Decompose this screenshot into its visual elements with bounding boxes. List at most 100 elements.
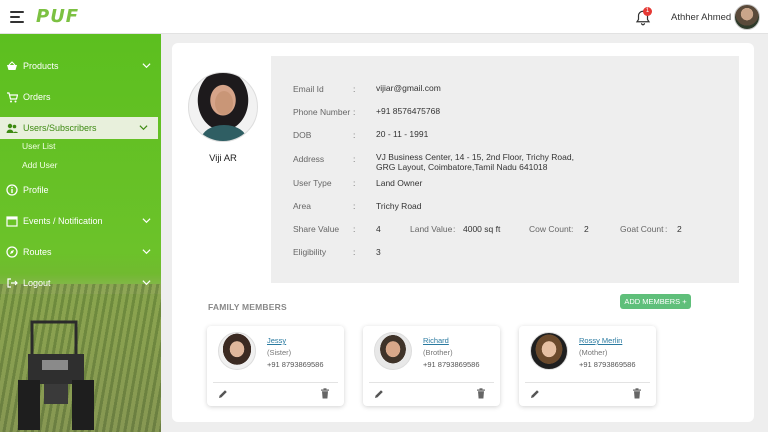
sidebar-item-label: Products: [23, 61, 59, 71]
family-members-heading: FAMILY MEMBERS: [208, 302, 287, 312]
profile-name: Viji AR: [209, 153, 237, 164]
member-photo: [530, 332, 568, 370]
family-member-card: Rossy Merlin (Mother) +91 8793869586: [519, 326, 656, 406]
land-value-label: Land Value: [410, 224, 453, 234]
sidebar-item-products[interactable]: Products: [0, 55, 161, 77]
member-phone: +91 8793869586: [579, 360, 636, 369]
compass-icon: [6, 246, 18, 258]
family-member-card: Richard (Brother) +91 8793869586: [363, 326, 500, 406]
hamburger-menu-icon[interactable]: [10, 11, 24, 23]
cow-count-label: Cow Count: [529, 224, 572, 234]
users-icon: [6, 123, 18, 133]
profile-photo-shoulders: [201, 125, 247, 141]
sidebar-item-label: Logout: [23, 278, 51, 288]
sidebar-subitem-user-list[interactable]: User List: [22, 141, 56, 151]
colon: :: [353, 201, 356, 211]
divider: [369, 382, 494, 383]
cart-icon: [7, 92, 18, 103]
family-member-card: Jessy (Sister) +91 8793869586: [207, 326, 344, 406]
colon: :: [353, 107, 356, 117]
address-line-2: GRG Layout, Coimbatore,Tamil Nadu 641018: [376, 162, 548, 172]
dob-value: 20 - 11 - 1991: [376, 129, 429, 139]
notification-badge: 1: [643, 7, 652, 16]
chevron-down-icon: [139, 125, 148, 131]
area-value: Trichy Road: [376, 201, 422, 211]
chevron-down-icon: [142, 218, 151, 224]
goat-count-label: Goat Count: [620, 224, 664, 234]
avatar[interactable]: [734, 4, 760, 30]
cow-count-value: 2: [584, 224, 589, 234]
email-value: vijiar@gmail.com: [376, 83, 441, 93]
chevron-down-icon: [142, 249, 151, 255]
pencil-icon[interactable]: [374, 389, 384, 399]
member-phone: +91 8793869586: [267, 360, 324, 369]
member-name-link[interactable]: Jessy: [267, 336, 286, 345]
pencil-icon[interactable]: [530, 389, 540, 399]
member-photo: [374, 332, 412, 370]
trash-icon[interactable]: [476, 388, 486, 399]
sidebar-item-label: Events / Notification: [23, 216, 103, 226]
chevron-down-icon: [142, 280, 151, 286]
divider: [213, 382, 338, 383]
profile-photo-face: [215, 91, 233, 115]
eligibility-label: Eligibility: [293, 247, 327, 257]
logout-icon: [7, 278, 18, 288]
sidebar-item-label: Orders: [23, 92, 51, 102]
colon: :: [353, 154, 356, 164]
colon: :: [353, 130, 356, 140]
member-name-link[interactable]: Rossy Merlin: [579, 336, 622, 345]
share-value-label: Share Value: [293, 224, 340, 234]
chevron-down-icon: [142, 63, 151, 69]
phone-label: Phone Number: [293, 107, 351, 117]
basket-icon: [7, 61, 17, 70]
eligibility-value: 3: [376, 247, 381, 257]
sidebar-item-orders[interactable]: Orders: [0, 86, 161, 108]
area-label: Area: [293, 201, 311, 211]
top-bar: PUF 1 Athher Ahmed: [0, 0, 768, 34]
sidebar-item-routes[interactable]: Routes: [0, 241, 161, 263]
dob-label: DOB: [293, 130, 312, 140]
share-value: 4: [376, 224, 381, 234]
sidebar: Products Orders Users/Subscribers User L…: [0, 34, 161, 432]
member-photo: [218, 332, 256, 370]
address-label: Address: [293, 154, 325, 164]
member-relation: (Sister): [267, 348, 292, 357]
user-type-label: User Type: [293, 178, 332, 188]
tractor-image: [18, 320, 94, 430]
land-value: 4000 sq ft: [463, 224, 501, 234]
colon: :: [353, 247, 356, 257]
divider: [525, 382, 650, 383]
address-line-1: VJ Business Center, 14 - 15, 2nd Floor, …: [376, 152, 574, 162]
colon: :: [353, 178, 356, 188]
calendar-icon: [6, 216, 18, 227]
goat-count-value: 2: [677, 224, 682, 234]
sidebar-item-profile[interactable]: Profile: [0, 179, 161, 201]
trash-icon[interactable]: [320, 388, 330, 399]
trash-icon[interactable]: [632, 388, 642, 399]
sidebar-subitem-add-user[interactable]: Add User: [22, 160, 57, 170]
sidebar-item-label: Users/Subscribers: [23, 123, 97, 133]
add-members-button[interactable]: ADD MEMBERS +: [620, 294, 691, 309]
pencil-icon[interactable]: [218, 389, 228, 399]
colon: :: [571, 224, 574, 234]
colon: :: [453, 224, 456, 234]
colon: :: [353, 84, 356, 94]
sidebar-item-label: Profile: [23, 185, 49, 195]
info-icon: [6, 184, 18, 196]
sidebar-item-events[interactable]: Events / Notification: [0, 210, 161, 232]
member-name-link[interactable]: Richard: [423, 336, 449, 345]
member-relation: (Brother): [423, 348, 453, 357]
colon: :: [353, 224, 356, 234]
member-relation: (Mother): [579, 348, 608, 357]
phone-value: +91 8576475768: [376, 106, 441, 116]
email-label: Email Id: [293, 84, 324, 94]
sidebar-item-logout[interactable]: Logout: [0, 272, 161, 294]
user-type-value: Land Owner: [376, 178, 423, 188]
member-phone: +91 8793869586: [423, 360, 480, 369]
sidebar-item-users[interactable]: Users/Subscribers: [0, 117, 158, 139]
user-name[interactable]: Athher Ahmed: [671, 12, 731, 23]
app-logo[interactable]: PUF: [36, 6, 79, 27]
sidebar-item-label: Routes: [23, 247, 52, 257]
profile-photo: [188, 72, 258, 142]
colon: :: [665, 224, 668, 234]
